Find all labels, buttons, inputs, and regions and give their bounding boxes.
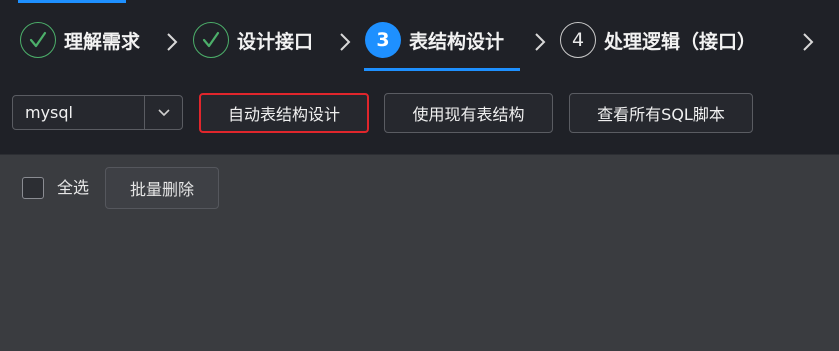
chevron-right-icon[interactable]	[802, 32, 814, 52]
step-number: 3	[365, 22, 401, 58]
check-icon	[193, 22, 229, 58]
select-all-checkbox[interactable]	[22, 177, 44, 199]
check-icon	[20, 22, 56, 58]
step-table-design[interactable]: 3 表结构设计	[365, 22, 504, 58]
chevron-right-icon	[340, 33, 351, 51]
chevron-right-icon	[535, 33, 546, 51]
step-processing-logic[interactable]: 4 处理逻辑（接口）	[560, 22, 756, 58]
active-step-underline	[364, 68, 520, 71]
auto-table-design-button[interactable]: 自动表结构设计	[199, 93, 369, 133]
view-all-sql-button[interactable]: 查看所有SQL脚本	[569, 93, 753, 133]
table-list-area: 全选 批量删除	[0, 155, 839, 351]
use-existing-table-button[interactable]: 使用现有表结构	[384, 93, 553, 133]
batch-delete-button[interactable]: 批量删除	[105, 167, 219, 209]
database-type-select[interactable]: mysql	[12, 95, 183, 130]
top-accent-bar	[18, 0, 126, 3]
step-label: 设计接口	[237, 30, 314, 53]
step-label: 处理逻辑（接口）	[604, 30, 757, 53]
step-understand-requirements[interactable]: 理解需求	[20, 22, 140, 58]
toolbar: mysql 自动表结构设计 使用现有表结构 查看所有SQL脚本	[0, 73, 839, 155]
step-label: 表结构设计	[409, 30, 505, 53]
step-design-interface[interactable]: 设计接口	[193, 22, 313, 58]
step-number: 4	[560, 22, 596, 58]
select-all-label[interactable]: 全选	[57, 177, 89, 199]
database-type-value: mysql	[25, 103, 73, 122]
steps-bar: 理解需求 设计接口 3 表结构设计 4 处理逻辑（接口）	[0, 0, 839, 73]
chevron-down-icon[interactable]	[144, 96, 182, 129]
chevron-right-icon	[167, 33, 178, 51]
app-window: 理解需求 设计接口 3 表结构设计 4 处理逻辑（接口） mysql 自动表结构…	[0, 0, 839, 351]
step-label: 理解需求	[64, 30, 141, 53]
